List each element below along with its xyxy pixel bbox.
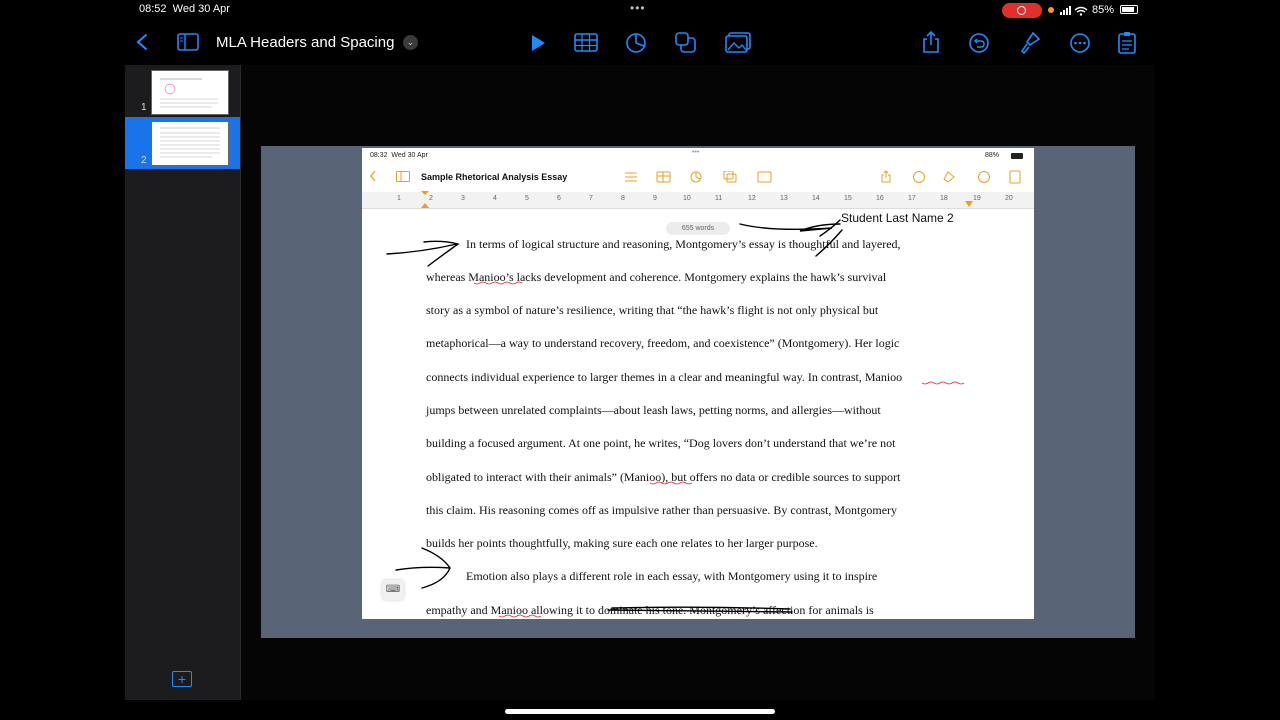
mic-indicator-icon	[1048, 7, 1054, 13]
table-icon[interactable]	[574, 33, 598, 52]
format-brush-icon[interactable]	[1019, 31, 1041, 54]
share-icon[interactable]	[921, 31, 941, 54]
status-date: Wed 30 Apr	[172, 3, 230, 15]
status-time: 08:52 Wed 30 Apr	[139, 3, 230, 15]
slide-number-1: 1	[141, 102, 147, 113]
slide-thumbnail-2[interactable]	[151, 121, 229, 166]
slide-number-2: 2	[141, 155, 147, 166]
more-icon[interactable]	[1069, 32, 1091, 54]
screen-recording-indicator[interactable]	[1002, 3, 1042, 18]
ink-strikethrough-2	[611, 606, 791, 610]
sidebar-toggle-icon[interactable]	[177, 33, 199, 51]
play-icon[interactable]	[530, 34, 546, 52]
undo-icon[interactable]	[968, 32, 990, 54]
title-menu-chevron-icon[interactable]: ⌄	[403, 35, 418, 50]
chart-icon[interactable]	[625, 32, 647, 54]
battery-percent: 85%	[1092, 4, 1115, 16]
ink-header-underline	[739, 223, 841, 232]
document-options-icon[interactable]	[1117, 31, 1137, 55]
document-title[interactable]: MLA Headers and Spacing	[216, 34, 394, 51]
media-icon[interactable]	[725, 32, 751, 54]
shape-icon[interactable]	[675, 32, 697, 54]
battery-icon	[1120, 5, 1138, 14]
ink-arrow-stroke-2	[395, 566, 451, 571]
back-icon[interactable]	[135, 33, 149, 51]
embedded-screenshot[interactable]: 08:32 Wed 30 Apr ••• 88% Sample Rhetoric…	[362, 148, 1034, 619]
home-indicator[interactable]	[505, 709, 775, 714]
signal-wifi-icon	[1060, 6, 1088, 16]
multitasking-dots[interactable]: •••	[630, 1, 646, 15]
add-slide-button[interactable]: +	[172, 671, 192, 687]
ink-strikethrough	[607, 609, 793, 613]
slide-thumbnail-1[interactable]	[151, 70, 229, 115]
ink-annotations	[386, 219, 965, 618]
